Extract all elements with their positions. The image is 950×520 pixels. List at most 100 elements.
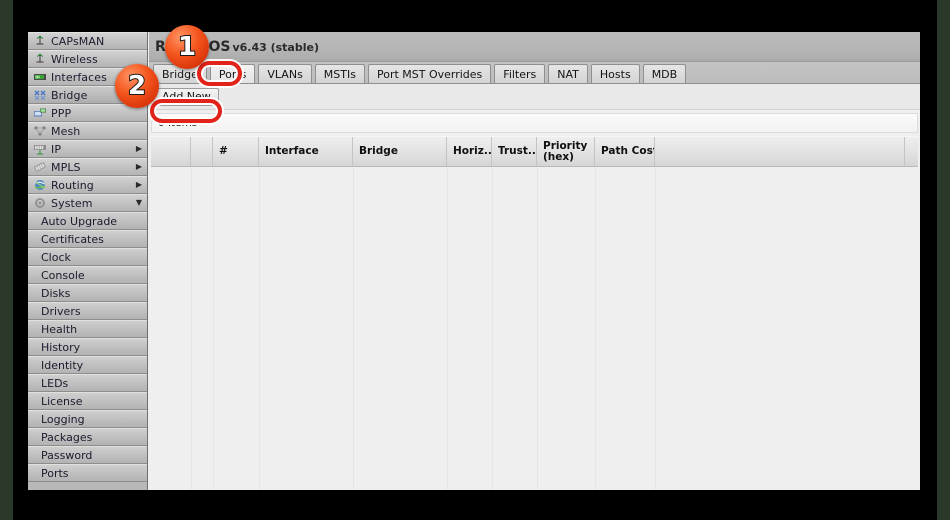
sidebar-item-system[interactable]: System ▼	[28, 194, 147, 212]
column-separator	[259, 168, 260, 490]
sidebar-subitem-label: Disks	[41, 286, 71, 300]
tab-label: Filters	[503, 67, 537, 81]
annotation-badge-1-number: 1	[177, 32, 197, 62]
tab-label: Bridge	[162, 67, 198, 81]
column-separator	[595, 168, 596, 490]
column-header-label: #	[219, 145, 228, 157]
right-edge-strip	[937, 0, 950, 520]
tab-vlans[interactable]: VLANs	[258, 64, 312, 83]
sidebar-subitem-certificates[interactable]: Certificates	[28, 230, 147, 248]
table-body	[151, 168, 918, 490]
sidebar-subitem-console[interactable]: Console	[28, 266, 147, 284]
status-bar: 0 items	[151, 113, 918, 133]
system-icon	[33, 197, 47, 209]
column-header-label: Horiz...	[453, 145, 492, 157]
window-titlebar: RouterOSv6.43 (stable)	[149, 32, 920, 62]
sidebar-subitem-label: Auto Upgrade	[41, 214, 118, 228]
sidebar-subitem-disks[interactable]: Disks	[28, 284, 147, 302]
column-separator	[492, 168, 493, 490]
tab-label: VLANs	[267, 67, 303, 81]
sidebar-subitem-auto-upgrade[interactable]: Auto Upgrade	[28, 212, 147, 230]
column-header-priority-7[interactable]: Priority (hex)	[537, 137, 595, 166]
tab-mdb[interactable]: MDB	[642, 64, 687, 83]
sidebar-subitem-label: Certificates	[41, 232, 104, 246]
sidebar-subitem-password[interactable]: Password	[28, 446, 147, 464]
column-header-label: Path Cost	[601, 145, 655, 157]
sidebar-subitem-label: Clock	[41, 250, 71, 264]
highlight-ring-add-new	[150, 99, 222, 123]
column-header-label: Priority	[543, 139, 588, 152]
sidebar-subitem-label: Ports	[41, 466, 69, 480]
sidebar-subitem-history[interactable]: History	[28, 338, 147, 356]
tab-label: Port MST Overrides	[376, 67, 483, 81]
interfaces-icon	[33, 71, 47, 83]
capsman-icon	[33, 35, 47, 47]
sidebar-item-routing[interactable]: Routing ▶	[28, 176, 147, 194]
column-header-bridge-4[interactable]: Bridge	[353, 137, 447, 166]
sidebar-subitem-label: Health	[41, 322, 78, 336]
sidebar-subitem-ports[interactable]: Ports	[28, 464, 147, 482]
sidebar-subitem-clock[interactable]: Clock	[28, 248, 147, 266]
sidebar-subitem-label: Password	[41, 448, 93, 462]
column-header-path-cost-8[interactable]: Path Cost	[595, 137, 655, 166]
tab-port-mst-overrides[interactable]: Port MST Overrides	[367, 64, 492, 83]
sidebar-item-ip[interactable]: IP ▶	[28, 140, 147, 158]
mesh-icon	[33, 125, 47, 137]
tab-hosts[interactable]: Hosts	[590, 64, 640, 83]
column-separator	[537, 168, 538, 490]
sidebar-item-capsman[interactable]: CAPsMAN	[28, 32, 147, 50]
tab-mstis[interactable]: MSTIs	[314, 64, 365, 83]
sidebar-subitem-packages[interactable]: Packages	[28, 428, 147, 446]
sidebar-item-mesh[interactable]: Mesh	[28, 122, 147, 140]
sidebar-item-label: Mesh	[51, 124, 81, 138]
chevron-right-icon: ▶	[135, 144, 142, 153]
sidebar-subitem-leds[interactable]: LEDs	[28, 374, 147, 392]
column-header-label: Trust...	[498, 145, 537, 157]
sidebar-item-label: PPP	[51, 106, 72, 120]
highlight-ring-ports-tab	[197, 61, 242, 86]
sidebar-item-label: Wireless	[51, 52, 98, 66]
sidebar-subitem-label: History	[41, 340, 81, 354]
chevron-right-icon: ▶	[135, 162, 142, 171]
table-toolbar: Add New	[149, 84, 920, 110]
sidebar-item-label: MPLS	[51, 160, 81, 174]
annotation-badge-1: 1	[165, 25, 209, 69]
column-header-interface-3[interactable]: Interface	[259, 137, 353, 166]
sidebar-item-label: Bridge	[51, 88, 88, 102]
sidebar-subitem-label: Identity	[41, 358, 84, 372]
sidebar-item-label: Interfaces	[51, 70, 107, 84]
routing-icon	[33, 179, 47, 191]
sidebar-item-label: IP	[51, 142, 62, 156]
ports-table: # Interface Bridge Horiz... Trust... Priority…	[151, 136, 918, 490]
sidebar-subitem-drivers[interactable]: Drivers	[28, 302, 147, 320]
sidebar-subitem-logging[interactable]: Logging	[28, 410, 147, 428]
app-version-text: v6.43 (stable)	[232, 40, 319, 54]
tab-filters[interactable]: Filters	[494, 64, 546, 83]
tab-nat[interactable]: NAT	[548, 64, 588, 83]
column-header-blank-2[interactable]: #	[213, 137, 259, 166]
column-separator	[447, 168, 448, 490]
sidebar-subitem-health[interactable]: Health	[28, 320, 147, 338]
table-header-row: # Interface Bridge Horiz... Trust... Priority…	[151, 136, 918, 167]
column-header-blank-1[interactable]	[191, 137, 213, 166]
sidebar-subitem-license[interactable]: License	[28, 392, 147, 410]
chevron-down-icon: ▼	[135, 198, 142, 207]
screenshot-root: CAPsMAN Wireless Interfaces Bridge PPP Mesh IP…	[0, 0, 950, 520]
bridge-icon	[33, 89, 47, 101]
sidebar-item-label: System	[51, 196, 93, 210]
column-header-blank-9[interactable]	[655, 137, 905, 166]
mpls-icon	[33, 161, 47, 173]
sidebar-subitem-identity[interactable]: Identity	[28, 356, 147, 374]
sidebar-item-label: CAPsMAN	[51, 34, 105, 48]
column-header-label-line2: (hex)	[543, 150, 574, 163]
column-header-label: Bridge	[359, 145, 398, 157]
column-header-horiz-5[interactable]: Horiz...	[447, 137, 492, 166]
column-separator	[353, 168, 354, 490]
column-header-trust-6[interactable]: Trust...	[492, 137, 537, 166]
tab-label: MSTIs	[323, 67, 356, 81]
column-header-blank-0[interactable]	[151, 137, 191, 166]
sidebar-subitem-label: Console	[41, 268, 85, 282]
sidebar-item-mpls[interactable]: MPLS ▶	[28, 158, 147, 176]
column-separator	[213, 168, 214, 490]
tab-label: Hosts	[599, 67, 631, 81]
